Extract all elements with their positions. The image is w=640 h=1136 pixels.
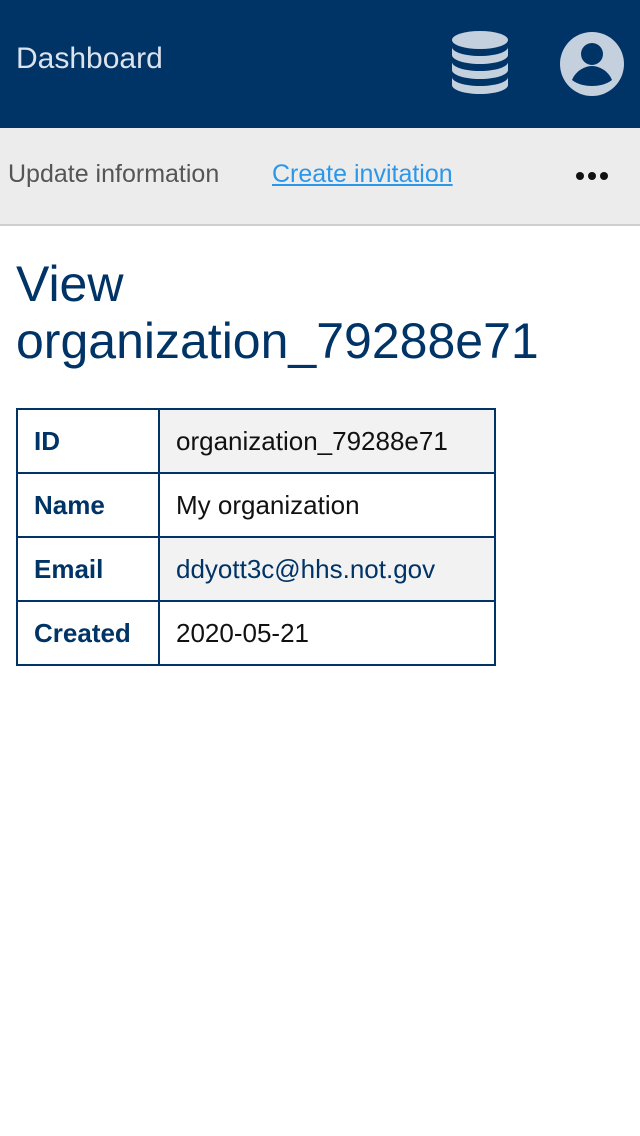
id-value: organization_79288e71 (158, 408, 496, 474)
organization-details-table: ID organization_79288e71 Name My organiz… (16, 408, 496, 666)
dashboard-link[interactable]: Dashboard (16, 42, 163, 76)
app-header: Dashboard (0, 0, 640, 128)
table-row: Email ddyott3c@hhs.not.gov (16, 536, 496, 602)
page-title: View organization_79288e71 (16, 256, 539, 370)
table-row: Created 2020-05-21 (16, 600, 496, 666)
action-bar: Update information Create invitation (0, 128, 640, 226)
database-icon[interactable] (448, 30, 512, 98)
page-title-line2: organization_79288e71 (16, 313, 539, 369)
account-circle-icon[interactable] (558, 30, 626, 98)
create-invitation-link[interactable]: Create invitation (272, 160, 453, 189)
email-link[interactable]: ddyott3c@hhs.not.gov (158, 536, 496, 602)
table-row: ID organization_79288e71 (16, 408, 496, 474)
update-information-button[interactable]: Update information (8, 160, 219, 189)
name-label: Name (16, 472, 160, 538)
more-horizontal-icon[interactable] (568, 152, 616, 200)
created-label: Created (16, 600, 160, 666)
table-row: Name My organization (16, 472, 496, 538)
id-label: ID (16, 408, 160, 474)
page-title-line1: View (16, 256, 124, 312)
email-label: Email (16, 536, 160, 602)
name-value: My organization (158, 472, 496, 538)
created-value: 2020-05-21 (158, 600, 496, 666)
